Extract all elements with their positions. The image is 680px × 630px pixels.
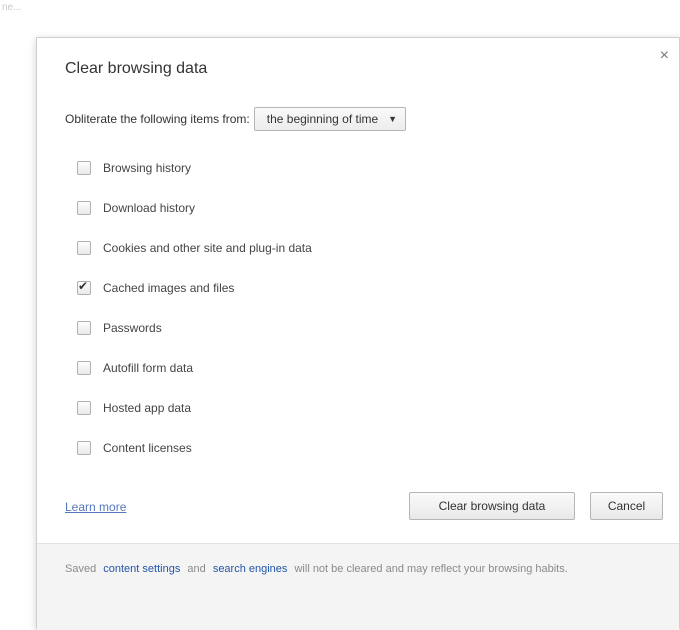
option-label: Cookies and other site and plug-in data [103,241,312,255]
time-range-value: the beginning of time [266,112,379,126]
clear-browsing-data-dialog: × Clear browsing data Obliterate the fol… [36,37,680,630]
obliterate-label: Obliterate the following items from: [65,112,250,126]
search-engines-link[interactable]: search engines [213,563,288,575]
browsing-history-checkbox[interactable] [77,161,91,175]
option-cookies[interactable]: Cookies and other site and plug-in data [77,228,312,268]
footer-prefix: Saved [65,563,97,575]
obliterate-row: Obliterate the following items from: the… [65,107,407,131]
hosted-app-data-checkbox[interactable] [77,401,91,415]
content-licenses-checkbox[interactable] [77,441,91,455]
option-label: Hosted app data [103,401,192,415]
time-range-select[interactable]: the beginning of time ▼ [253,107,407,131]
clear-options-list: Browsing history Download history Cookie… [77,148,312,468]
dropdown-arrow-icon: ▼ [388,114,398,124]
download-history-checkbox[interactable] [77,201,91,215]
option-label: Autofill form data [103,361,194,375]
option-browsing-history[interactable]: Browsing history [77,148,312,188]
option-passwords[interactable]: Passwords [77,308,312,348]
content-settings-link[interactable]: content settings [103,563,180,575]
option-content-licenses[interactable]: Content licenses [77,428,312,468]
option-autofill[interactable]: Autofill form data [77,348,312,388]
footer-suffix: will not be cleared and may reflect your… [294,563,568,575]
option-cached-images[interactable]: Cached images and files [77,268,312,308]
cancel-button[interactable]: Cancel [590,492,663,520]
clear-browsing-data-button[interactable]: Clear browsing data [409,492,575,520]
footer-middle: and [187,563,206,575]
cookies-checkbox[interactable] [77,241,91,255]
option-label: Browsing history [103,161,192,175]
passwords-checkbox[interactable] [77,321,91,335]
option-label: Download history [103,201,196,215]
option-label: Content licenses [103,441,192,455]
background-text: ne... [2,2,22,13]
autofill-checkbox[interactable] [77,361,91,375]
option-label: Passwords [103,321,162,335]
option-hosted-app-data[interactable]: Hosted app data [77,388,312,428]
dialog-title: Clear browsing data [65,60,208,77]
option-download-history[interactable]: Download history [77,188,312,228]
dialog-footer: Saved content settings and search engine… [37,543,679,630]
option-label: Cached images and files [103,281,235,295]
cached-images-checkbox[interactable] [77,279,91,295]
learn-more-link[interactable]: Learn more [65,500,126,514]
close-icon[interactable]: × [660,48,669,64]
